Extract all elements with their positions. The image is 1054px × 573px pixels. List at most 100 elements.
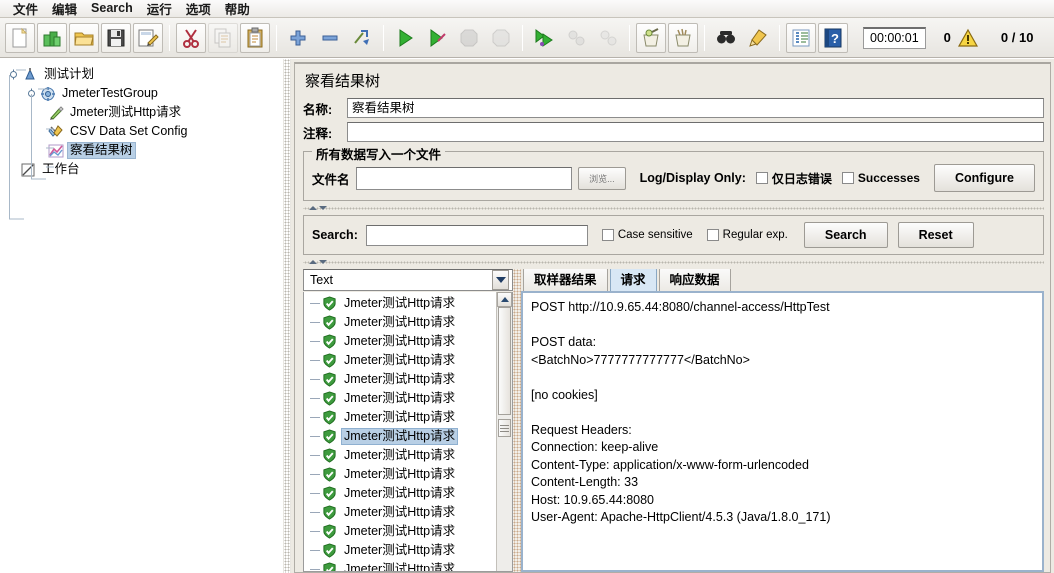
splitter-handle-lower[interactable] — [303, 257, 1044, 266]
expand-all-icon[interactable] — [283, 23, 313, 53]
scroll-up-button[interactable] — [497, 292, 512, 307]
case-sensitive-checkbox[interactable]: Case sensitive — [601, 229, 693, 241]
open-folder-icon[interactable] — [69, 22, 99, 53]
tab-request[interactable]: 请求 — [609, 269, 657, 291]
tree-node-workbench[interactable]: 工作台 — [4, 160, 282, 179]
clear-icon[interactable] — [636, 22, 666, 53]
search-input[interactable] — [365, 224, 588, 246]
result-list-item[interactable]: Jmeter测试Http请求 — [310, 351, 496, 370]
successes-checkbox[interactable]: Successes — [841, 171, 920, 185]
result-list-item[interactable]: Jmeter测试Http请求 — [310, 389, 496, 408]
cut-icon[interactable] — [176, 22, 206, 53]
menu-run[interactable]: 运行 — [140, 0, 179, 20]
tree-connector — [310, 379, 320, 380]
results-vertical-scrollbar[interactable] — [496, 292, 512, 571]
errors-only-checkbox[interactable]: 仅日志错误 — [755, 170, 832, 187]
menu-help[interactable]: 帮助 — [218, 0, 257, 20]
start-remote-icon[interactable] — [529, 23, 559, 53]
menu-file[interactable]: 文件 — [6, 0, 45, 20]
new-test-plan-icon[interactable] — [37, 22, 67, 53]
tree-node-thread-group[interactable]: JmeterTestGroup — [4, 84, 282, 103]
result-list-item[interactable]: Jmeter测试Http请求 — [310, 446, 496, 465]
results-tree-list[interactable]: Jmeter测试Http请求 Jmeter测试Http请求 Jmeter测试Http… — [303, 292, 513, 572]
scrollbar-grip[interactable] — [498, 419, 511, 437]
checkbox-box[interactable] — [755, 172, 768, 184]
test-plan-tree[interactable]: 测试计划 JmeterTestGroup Jmeter测试Http请求 CSV … — [0, 59, 283, 573]
tab-response-data[interactable]: 响应数据 — [658, 269, 731, 291]
search-reset-icon[interactable] — [743, 23, 773, 53]
shutdown-remote-icon[interactable] — [593, 23, 623, 53]
scrollbar-thumb[interactable] — [498, 307, 511, 415]
result-list-item[interactable]: Jmeter测试Http请求 — [310, 370, 496, 389]
collapse-down-icon[interactable] — [319, 205, 327, 210]
search-icon[interactable] — [711, 23, 741, 53]
reset-button[interactable]: Reset — [897, 222, 974, 248]
start-icon[interactable] — [390, 23, 420, 53]
tab-sampler-result[interactable]: 取样器结果 — [523, 269, 608, 291]
regular-exp-checkbox[interactable]: Regular exp. — [706, 229, 788, 241]
shutdown-icon[interactable] — [486, 23, 516, 53]
result-list-item[interactable]: Jmeter测试Http请求 — [310, 427, 496, 446]
tree-label: 测试计划 — [44, 66, 95, 81]
checkbox-box[interactable] — [601, 229, 614, 241]
start-no-timers-icon[interactable] — [422, 23, 452, 53]
result-list-item[interactable]: Jmeter测试Http请求 — [310, 484, 496, 503]
paste-icon[interactable] — [240, 22, 270, 53]
menu-search[interactable]: Search — [84, 0, 140, 17]
result-list-item[interactable]: Jmeter测试Http请求 — [310, 541, 496, 560]
result-list-item[interactable]: Jmeter测试Http请求 — [310, 313, 496, 332]
result-list-item[interactable]: Jmeter测试Http请求 — [310, 560, 496, 571]
write-all-data-group: 所有数据写入一个文件 文件名 浏览... Log/Display Only: 仅… — [303, 144, 1044, 201]
workbench-icon — [21, 163, 35, 176]
save-as-icon[interactable] — [133, 22, 163, 53]
tree-node-http-request[interactable]: Jmeter测试Http请求 — [4, 103, 282, 122]
stop-remote-icon[interactable] — [561, 23, 591, 53]
clear-all-icon[interactable] — [668, 22, 698, 53]
result-list-item[interactable]: Jmeter测试Http请求 — [310, 332, 496, 351]
checkbox-box[interactable] — [841, 172, 854, 184]
comment-input[interactable] — [347, 122, 1044, 142]
tree-connector — [310, 455, 320, 456]
main-splitter[interactable] — [283, 59, 291, 573]
result-list-item[interactable]: Jmeter测试Http请求 — [310, 408, 496, 427]
collapse-up-icon[interactable] — [309, 205, 317, 210]
collapse-down-icon[interactable] — [319, 259, 327, 264]
request-text[interactable]: POST http://10.9.65.44:8080/channel-acce… — [523, 293, 1042, 570]
search-button[interactable]: Search — [803, 222, 888, 248]
success-shield-icon — [323, 334, 336, 349]
configure-button[interactable]: Configure — [933, 164, 1035, 192]
tree-node-test-plan[interactable]: 测试计划 — [4, 65, 282, 84]
function-helper-icon[interactable] — [786, 22, 816, 53]
result-list-item[interactable]: Jmeter测试Http请求 — [310, 522, 496, 541]
expand-handle-icon[interactable] — [26, 88, 37, 99]
tree-node-view-results-tree[interactable]: 察看结果树 — [4, 141, 282, 160]
toggle-icon[interactable] — [347, 23, 377, 53]
warning-indicator[interactable]: 0 — [944, 28, 979, 48]
stop-icon[interactable] — [454, 23, 484, 53]
results-splitter[interactable] — [513, 269, 521, 572]
splitter-handle[interactable] — [303, 203, 1044, 212]
help-icon[interactable]: ? — [818, 22, 848, 53]
menu-edit[interactable]: 编辑 — [45, 0, 84, 20]
menu-options[interactable]: 选项 — [179, 0, 218, 20]
checkbox-box[interactable] — [706, 229, 719, 241]
tree-node-csv-config[interactable]: CSV Data Set Config — [4, 122, 282, 141]
result-list-item[interactable]: Jmeter测试Http请求 — [310, 294, 496, 313]
scrollbar-track[interactable] — [497, 307, 512, 571]
renderer-combo[interactable]: Text — [303, 269, 513, 291]
tree-connector — [310, 550, 320, 551]
browse-button[interactable]: 浏览... — [578, 166, 626, 190]
save-icon[interactable] — [101, 22, 131, 53]
expand-handle-icon[interactable] — [8, 69, 19, 80]
result-list-item[interactable]: Jmeter测试Http请求 — [310, 465, 496, 484]
new-document-icon[interactable] — [5, 22, 35, 53]
result-list-item[interactable]: Jmeter测试Http请求 — [310, 503, 496, 522]
collapse-all-icon[interactable] — [315, 23, 345, 53]
copy-icon[interactable] — [208, 22, 238, 53]
comment-field-row: 注释: — [295, 119, 1050, 143]
chevron-down-icon[interactable] — [492, 270, 509, 290]
tree-connector — [310, 512, 320, 513]
collapse-up-icon[interactable] — [309, 259, 317, 264]
name-input[interactable]: 察看结果树 — [347, 98, 1044, 118]
filename-input[interactable] — [355, 166, 573, 190]
